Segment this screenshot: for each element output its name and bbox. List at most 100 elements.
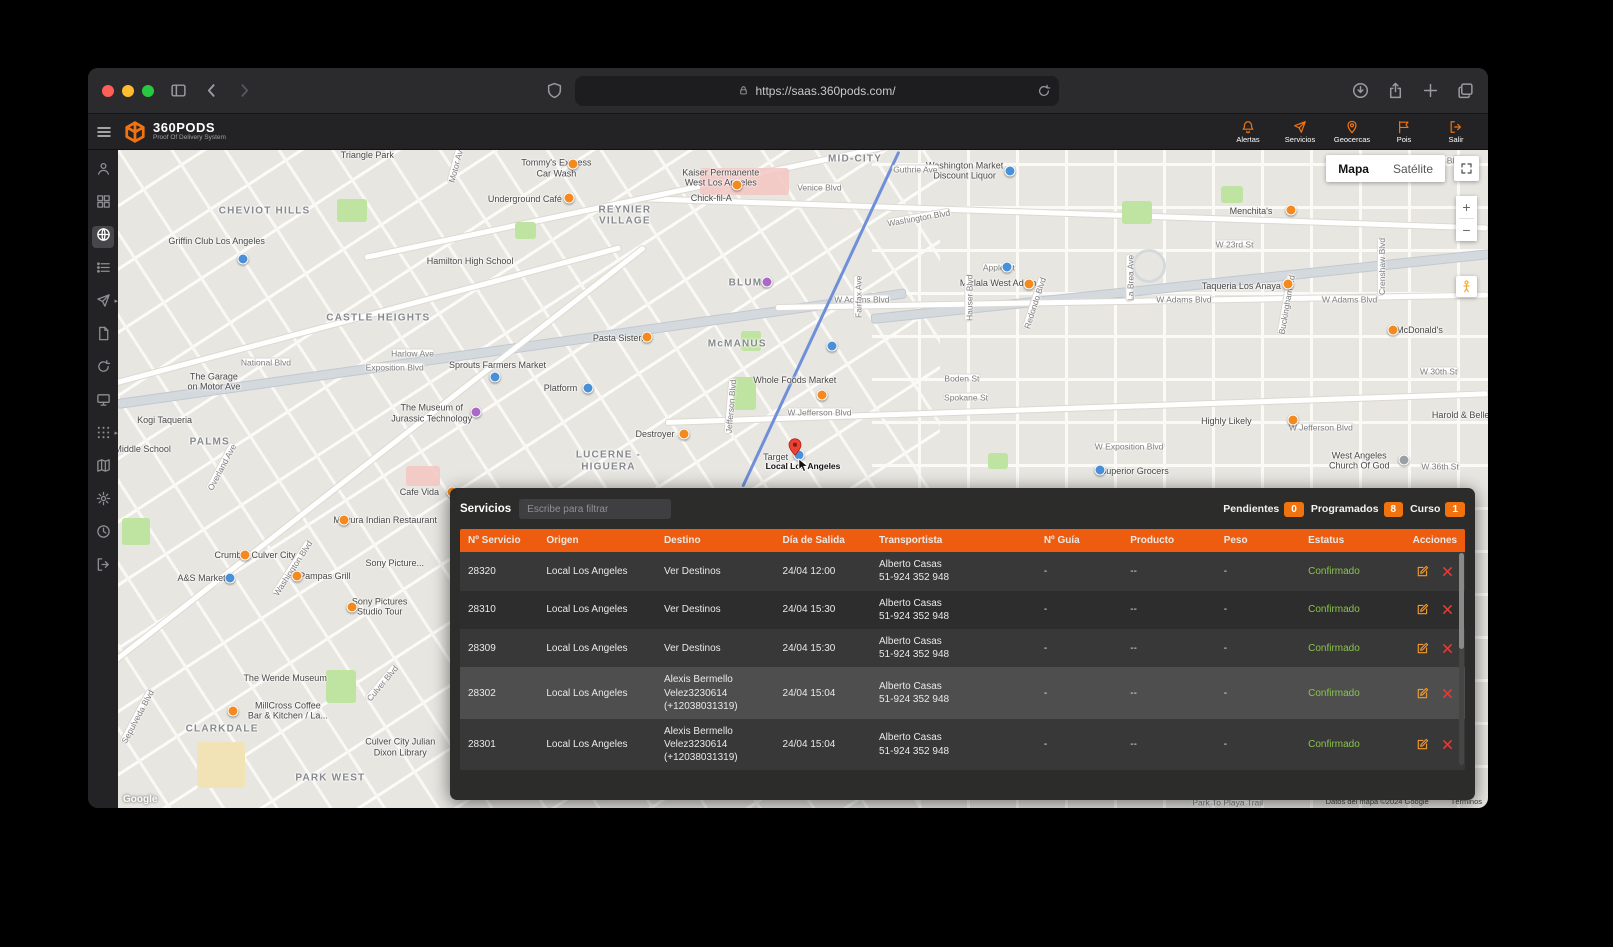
cell-transportista: Alberto Casas 51-924 352 948 bbox=[871, 591, 1036, 629]
map-type-satellite-button[interactable]: Satélite bbox=[1381, 155, 1445, 182]
header-nav-item[interactable]: Pois bbox=[1384, 120, 1424, 144]
poi-marker[interactable] bbox=[563, 193, 574, 204]
poi-marker[interactable] bbox=[292, 571, 303, 582]
menu-icon[interactable] bbox=[96, 124, 112, 140]
poi-marker[interactable] bbox=[240, 549, 251, 560]
cell-num-guia: - bbox=[1036, 559, 1122, 584]
status-tab[interactable]: Programados 8 bbox=[1311, 502, 1403, 517]
edit-icon[interactable] bbox=[1416, 687, 1429, 700]
cell-estatus: Confirmado bbox=[1300, 636, 1405, 661]
poi-marker[interactable] bbox=[567, 159, 578, 170]
cell-destino[interactable]: Alexis Bermello Velez3230614 (+120380313… bbox=[656, 719, 775, 771]
downloads-icon[interactable] bbox=[1352, 82, 1369, 99]
poi-marker[interactable] bbox=[1004, 166, 1015, 177]
poi-marker[interactable] bbox=[1095, 465, 1106, 476]
mouse-cursor-icon bbox=[796, 457, 811, 474]
poi-marker[interactable] bbox=[1282, 279, 1293, 290]
sidebar-item[interactable] bbox=[92, 259, 114, 281]
poi-marker[interactable] bbox=[1285, 204, 1296, 215]
table-row[interactable]: 28301 Local Los Angeles Alexis Bermello … bbox=[460, 719, 1465, 771]
poi-marker[interactable] bbox=[489, 372, 500, 383]
sidebar-toggle-icon[interactable] bbox=[170, 82, 187, 99]
address-bar[interactable]: https://saas.360pods.com/ bbox=[575, 76, 1059, 106]
poi-marker[interactable] bbox=[1399, 454, 1410, 465]
poi-marker[interactable] bbox=[678, 428, 689, 439]
forward-icon[interactable] bbox=[236, 82, 253, 99]
poi-marker[interactable] bbox=[641, 331, 652, 342]
poi-marker[interactable] bbox=[1002, 262, 1013, 273]
map-type-map-button[interactable]: Mapa bbox=[1326, 155, 1381, 182]
status-tab-count-badge: 1 bbox=[1445, 502, 1465, 517]
poi-marker[interactable] bbox=[1288, 415, 1299, 426]
table-row[interactable]: 28302 Local Los Angeles Alexis Bermello … bbox=[460, 667, 1465, 719]
fullscreen-button[interactable] bbox=[1454, 156, 1479, 181]
tab-overview-icon[interactable] bbox=[1457, 82, 1474, 99]
delete-icon[interactable] bbox=[1441, 642, 1454, 655]
edit-icon[interactable] bbox=[1416, 738, 1429, 751]
sidebar-item[interactable] bbox=[92, 424, 114, 446]
zoom-out-button[interactable]: − bbox=[1456, 219, 1477, 241]
delete-icon[interactable] bbox=[1441, 687, 1454, 700]
table-row[interactable]: 28310 Local Los Angeles Ver Destinos 24/… bbox=[460, 591, 1465, 629]
shield-icon[interactable] bbox=[546, 82, 563, 99]
poi-marker[interactable] bbox=[817, 390, 828, 401]
sidebar-item[interactable] bbox=[92, 391, 114, 413]
cell-transportista: Alberto Casas 51-924 352 948 bbox=[871, 725, 1036, 763]
header-nav-item[interactable]: Salir bbox=[1436, 120, 1476, 144]
table-row[interactable]: 28309 Local Los Angeles Ver Destinos 24/… bbox=[460, 629, 1465, 667]
cell-destino[interactable]: Alexis Bermello Velez3230614 (+120380313… bbox=[656, 667, 775, 719]
pegman-button[interactable] bbox=[1456, 276, 1477, 297]
header-nav-item[interactable]: Geocercas bbox=[1332, 120, 1372, 144]
reload-icon[interactable] bbox=[1037, 84, 1051, 98]
poi-marker[interactable] bbox=[582, 383, 593, 394]
poi-marker[interactable] bbox=[1024, 278, 1035, 289]
edit-icon[interactable] bbox=[1416, 565, 1429, 578]
poi-marker[interactable] bbox=[762, 277, 773, 288]
cell-destino[interactable]: Ver Destinos bbox=[656, 559, 775, 584]
poi-marker[interactable] bbox=[237, 253, 248, 264]
minimize-window-button[interactable] bbox=[122, 85, 134, 97]
close-window-button[interactable] bbox=[102, 85, 114, 97]
poi-marker[interactable] bbox=[347, 601, 358, 612]
cell-destino[interactable]: Ver Destinos bbox=[656, 597, 775, 622]
share-icon[interactable] bbox=[1387, 82, 1404, 99]
delete-icon[interactable] bbox=[1441, 738, 1454, 751]
sidebar-item[interactable] bbox=[92, 358, 114, 380]
status-tab[interactable]: Curso 1 bbox=[1410, 502, 1465, 517]
delete-icon[interactable] bbox=[1441, 603, 1454, 616]
delete-icon[interactable] bbox=[1441, 565, 1454, 578]
sidebar-item[interactable] bbox=[92, 523, 114, 545]
poi-marker[interactable] bbox=[470, 406, 481, 417]
column-header: Destino bbox=[656, 529, 775, 552]
sidebar-item[interactable] bbox=[92, 325, 114, 347]
sidebar-item[interactable] bbox=[92, 556, 114, 578]
zoom-window-button[interactable] bbox=[142, 85, 154, 97]
header-nav-item[interactable]: Servicios bbox=[1280, 120, 1320, 144]
edit-icon[interactable] bbox=[1416, 603, 1429, 616]
poi-marker[interactable] bbox=[228, 705, 239, 716]
cell-destino[interactable]: Ver Destinos bbox=[656, 636, 775, 661]
zoom-in-button[interactable]: + bbox=[1456, 196, 1477, 218]
table-scrollbar-thumb[interactable] bbox=[1459, 553, 1464, 649]
poi-marker[interactable] bbox=[339, 515, 350, 526]
sidebar-item[interactable] bbox=[92, 193, 114, 215]
cell-estatus: Confirmado bbox=[1300, 597, 1405, 622]
sidebar-item[interactable] bbox=[92, 490, 114, 512]
poi-marker[interactable] bbox=[732, 179, 743, 190]
back-icon[interactable] bbox=[203, 82, 220, 99]
new-tab-icon[interactable] bbox=[1422, 82, 1439, 99]
poi-marker[interactable] bbox=[826, 341, 837, 352]
table-row[interactable]: 28320 Local Los Angeles Ver Destinos 24/… bbox=[460, 552, 1465, 590]
filter-input[interactable] bbox=[519, 499, 671, 519]
poi-marker[interactable] bbox=[225, 572, 236, 583]
table-scrollbar[interactable] bbox=[1459, 553, 1464, 765]
sidebar-item[interactable] bbox=[92, 226, 114, 248]
edit-icon[interactable] bbox=[1416, 642, 1429, 655]
map-canvas[interactable]: CHEVIOT HILLS REYNIER VILLAGE CASTLE HEI… bbox=[118, 150, 1488, 808]
sidebar-item[interactable] bbox=[92, 292, 114, 314]
status-tab[interactable]: Pendientes 0 bbox=[1223, 502, 1304, 517]
sidebar-item[interactable] bbox=[92, 457, 114, 479]
poi-marker[interactable] bbox=[1388, 324, 1399, 335]
header-nav-item[interactable]: Alertas bbox=[1228, 120, 1268, 144]
sidebar-item[interactable] bbox=[92, 160, 114, 182]
